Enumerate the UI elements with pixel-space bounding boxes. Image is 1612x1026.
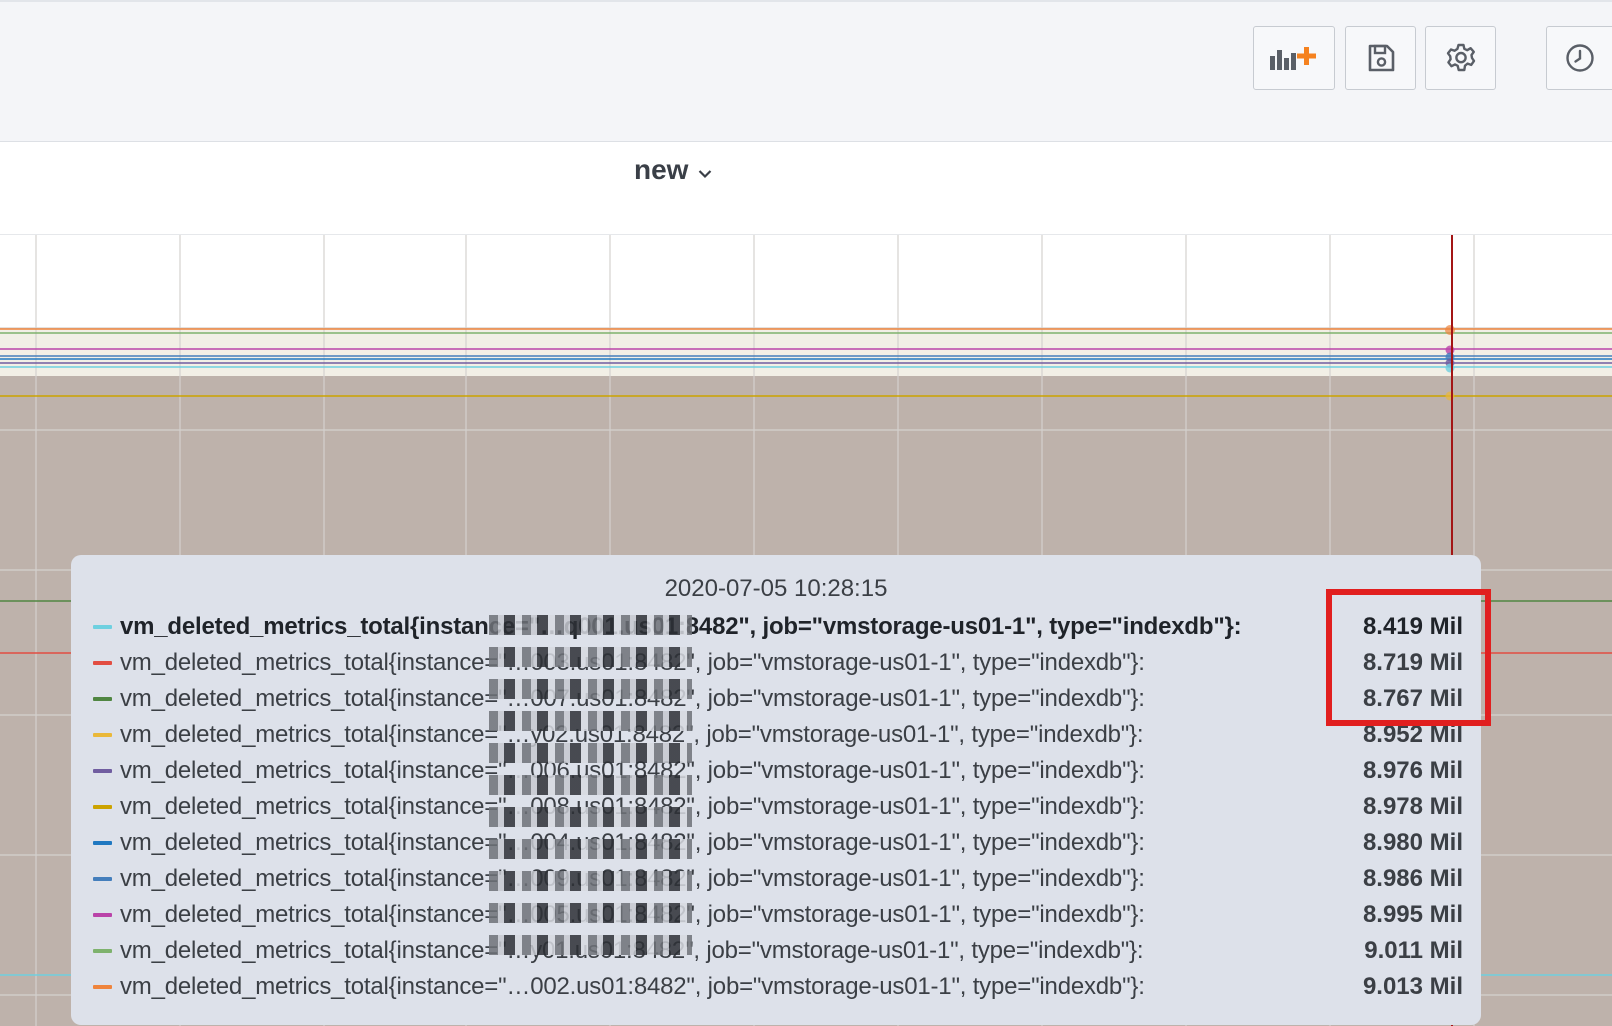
save-icon bbox=[1366, 43, 1396, 73]
panel-header bbox=[0, 142, 1612, 235]
highlight-annotation-box bbox=[1326, 589, 1491, 726]
series-value: 8.978 Mil bbox=[1362, 793, 1463, 820]
series-color-swatch bbox=[93, 769, 112, 773]
series-color-swatch bbox=[93, 841, 112, 845]
tooltip-row: vm_deleted_metrics_total{instance="…006.… bbox=[93, 753, 1463, 787]
tooltip-row: vm_deleted_metrics_total{instance="…007.… bbox=[93, 681, 1463, 715]
panel-title: new bbox=[634, 154, 689, 185]
dashboard-settings-button[interactable] bbox=[1425, 26, 1496, 90]
series-color-swatch bbox=[93, 949, 112, 953]
dashboard-navbar bbox=[0, 0, 1612, 142]
series-color-swatch bbox=[93, 877, 112, 881]
series-value: 8.995 Mil bbox=[1362, 901, 1463, 928]
redaction-mask bbox=[485, 600, 692, 1000]
series-color-swatch bbox=[93, 985, 112, 989]
tooltip-row: vm_deleted_metrics_total{instance="…y02.… bbox=[93, 717, 1463, 751]
series-value: 8.980 Mil bbox=[1362, 829, 1463, 856]
time-picker-button[interactable] bbox=[1546, 26, 1612, 90]
series-value: 9.013 Mil bbox=[1362, 973, 1463, 1000]
graph-tooltip: 2020-07-05 10:28:15 vm_deleted_metrics_t… bbox=[71, 555, 1481, 1025]
chevron-down-icon bbox=[698, 154, 712, 186]
gear-icon bbox=[1445, 42, 1477, 74]
series-color-swatch bbox=[93, 697, 112, 701]
tooltip-row: vm_deleted_metrics_total{instance="…y01.… bbox=[93, 933, 1463, 967]
tooltip-row: vm_deleted_metrics_total{instance="…004.… bbox=[93, 825, 1463, 859]
series-value: 8.986 Mil bbox=[1362, 865, 1463, 892]
cursor-point bbox=[1445, 391, 1455, 401]
series-color-swatch bbox=[93, 661, 112, 665]
clock-icon bbox=[1565, 43, 1595, 73]
tooltip-row: vm_deleted_metrics_total{instance="…009.… bbox=[93, 861, 1463, 895]
series-color-swatch bbox=[93, 913, 112, 917]
tooltip-row: vm_deleted_metrics_total{instance="…003.… bbox=[93, 645, 1463, 679]
tooltip-row: vm_deleted_metrics_total{instance="…002.… bbox=[93, 969, 1463, 1003]
series-color-swatch bbox=[93, 625, 112, 629]
tooltip-timestamp: 2020-07-05 10:28:15 bbox=[664, 575, 888, 602]
add-panel-icon bbox=[1268, 44, 1320, 72]
add-panel-button[interactable] bbox=[1253, 26, 1335, 90]
graph-area-fill-top bbox=[0, 328, 1612, 376]
tooltip-row: vm_deleted_metrics_total{instance="…008.… bbox=[93, 789, 1463, 823]
series-color-swatch bbox=[93, 733, 112, 737]
series-value: 9.011 Mil bbox=[1364, 937, 1463, 964]
series-value: 8.976 Mil bbox=[1362, 757, 1463, 784]
save-dashboard-button[interactable] bbox=[1345, 26, 1416, 90]
tooltip-row: vm_deleted_metrics_total{instance="…q001… bbox=[93, 609, 1463, 643]
cursor-point bbox=[1445, 363, 1455, 373]
tooltip-row: vm_deleted_metrics_total{instance="…005.… bbox=[93, 897, 1463, 931]
series-color-swatch bbox=[93, 805, 112, 809]
panel-title-menu[interactable]: new bbox=[634, 154, 712, 186]
cursor-point bbox=[1445, 325, 1455, 335]
